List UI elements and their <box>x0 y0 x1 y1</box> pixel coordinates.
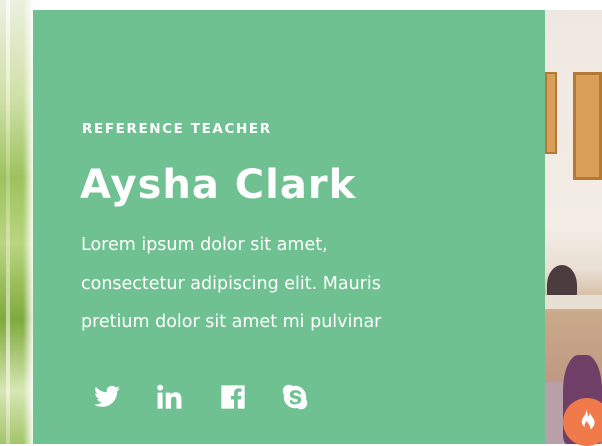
skype-icon[interactable] <box>281 383 309 411</box>
teacher-name: Aysha Clark <box>80 162 357 208</box>
linkedin-icon[interactable] <box>155 383 183 411</box>
teacher-bio: Lorem ipsum dolor sit amet, consectetur … <box>81 226 501 342</box>
photo-board <box>573 72 602 180</box>
photo-board <box>545 72 557 154</box>
role-label: REFERENCE TEACHER <box>82 121 272 137</box>
left-photo <box>0 0 33 444</box>
bio-line: Lorem ipsum dolor sit amet, <box>81 235 328 255</box>
bio-line: consectetur adipiscing elit. Mauris <box>81 273 381 294</box>
twitter-icon[interactable] <box>93 383 121 411</box>
bio-line: pretium dolor sit amet mi pulvinar <box>81 312 382 332</box>
photo-desk <box>545 295 602 309</box>
flame-icon <box>581 410 595 430</box>
classroom-photo <box>545 10 602 444</box>
facebook-icon[interactable] <box>219 383 247 411</box>
